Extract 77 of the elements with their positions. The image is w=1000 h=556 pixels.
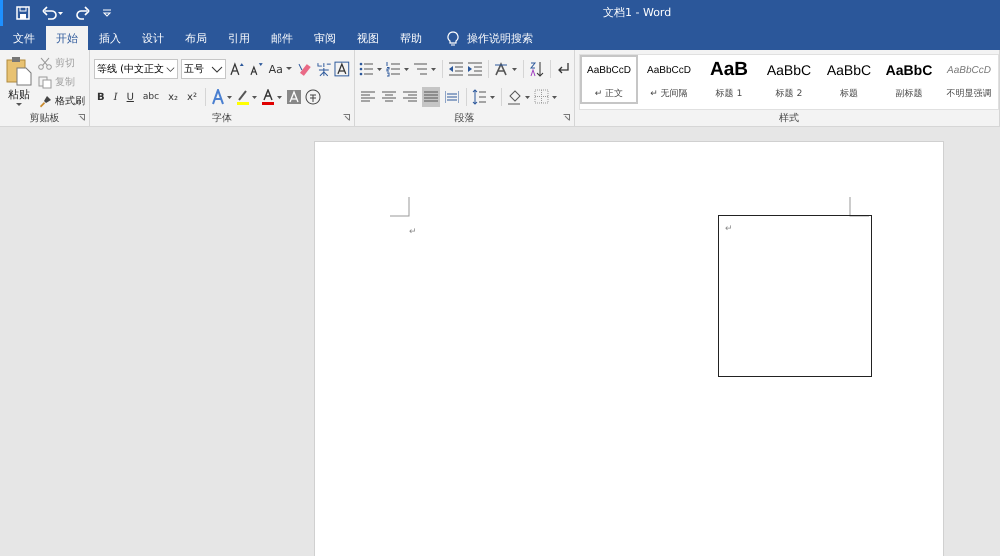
highlighter-icon[interactable] <box>236 89 258 105</box>
paragraph-mark: ↵ <box>408 227 417 237</box>
increase-indent-icon[interactable] <box>467 61 483 77</box>
group-label: 段落 <box>454 112 474 125</box>
format-button[interactable]: B <box>94 87 108 107</box>
shrink-font-icon[interactable] <box>248 61 264 77</box>
style-item[interactable]: AaBbC 副标题 <box>880 55 938 104</box>
eraser-icon[interactable] <box>296 61 313 77</box>
alignment-icon <box>403 90 417 104</box>
ribbon-tab[interactable]: 引用 <box>218 27 260 50</box>
text-box[interactable]: ↵ <box>718 215 872 377</box>
caret-icon <box>16 103 22 107</box>
ribbon-tab[interactable]: 设计 <box>132 27 174 50</box>
chevron-icon <box>166 66 175 72</box>
launcher-icon[interactable] <box>78 114 85 121</box>
alignment-icon <box>424 90 438 104</box>
scissors-icon <box>38 56 52 70</box>
ribbon-tab[interactable]: 审阅 <box>304 27 346 50</box>
lightbulb-icon <box>447 30 459 46</box>
font-color-icon[interactable] <box>260 89 283 105</box>
save-icon[interactable] <box>16 6 30 20</box>
enclose-character-icon[interactable] <box>304 89 321 105</box>
bullet-list-icon[interactable] <box>359 61 383 77</box>
ribbon-tab[interactable]: 文件 <box>3 27 45 50</box>
margin-corner-mark <box>849 197 869 217</box>
alignment-icon <box>361 90 375 104</box>
decrease-indent-icon[interactable] <box>448 61 464 77</box>
character-border-icon[interactable] <box>334 61 350 77</box>
alignment-icon <box>382 90 396 104</box>
style-item[interactable]: AaBbCcD 不明显强调 <box>940 55 998 104</box>
ribbon-tab[interactable]: 布局 <box>175 27 217 50</box>
ribbon-tab[interactable]: 插入 <box>89 27 131 50</box>
caret-icon <box>286 67 292 71</box>
ribbon-tab[interactable]: 邮件 <box>261 27 303 50</box>
font-name-dropdown[interactable]: 等线 (中文正文 <box>94 59 178 79</box>
launcher-icon[interactable] <box>343 114 350 121</box>
paragraph-mark: ↵ <box>724 224 733 234</box>
sort-icon[interactable] <box>529 61 545 77</box>
alignment-icon <box>445 90 459 104</box>
format-button[interactable]: x² <box>184 87 200 107</box>
font-size-dropdown[interactable]: 五号 <box>181 59 226 79</box>
clipboard-icon <box>6 56 32 86</box>
format-button[interactable]: U <box>124 87 137 107</box>
group-label: 样式 <box>779 112 799 125</box>
copy-icon <box>38 76 52 88</box>
paintbrush-icon <box>38 94 52 108</box>
redo-icon[interactable] <box>76 6 90 20</box>
launcher-icon[interactable] <box>563 114 570 121</box>
format-painter-button[interactable]: 格式刷 <box>38 92 85 110</box>
numbered-list-icon[interactable] <box>386 61 410 77</box>
customize-icon[interactable] <box>102 8 112 18</box>
style-item[interactable]: AaBbCcD ↵ 无间隔 <box>640 55 698 104</box>
window-title: 文档1 - Word <box>603 5 672 20</box>
line-spacing-icon[interactable] <box>472 89 496 105</box>
style-item[interactable]: AaB 标题 1 <box>700 55 758 104</box>
paste-button[interactable]: 粘贴 <box>4 54 34 110</box>
style-item[interactable]: AaBbC 标题 2 <box>760 55 818 104</box>
tell-me-search[interactable]: 操作说明搜索 <box>447 27 533 50</box>
undo-icon[interactable] <box>42 6 64 20</box>
change-case-button[interactable]: Aa <box>266 62 294 76</box>
format-button[interactable]: abc <box>140 87 162 107</box>
ribbon-tab[interactable]: 视图 <box>347 27 389 50</box>
text-effects-icon[interactable] <box>210 89 233 105</box>
group-label: 剪贴板 <box>30 112 60 125</box>
style-item[interactable]: AaBbC 标题 <box>820 55 878 104</box>
group-label: 字体 <box>212 112 232 125</box>
format-button[interactable]: I <box>110 87 121 107</box>
format-button[interactable]: x₂ <box>165 87 182 107</box>
style-item[interactable]: AaBbCcD ↵ 正文 <box>580 55 638 104</box>
chevron-icon <box>211 66 224 72</box>
multilevel-list-icon[interactable] <box>413 61 437 77</box>
ribbon-tab[interactable]: 帮助 <box>390 27 432 50</box>
grow-font-icon[interactable] <box>229 61 245 77</box>
tell-me-label: 操作说明搜索 <box>467 31 533 46</box>
margin-corner-mark <box>390 197 410 217</box>
alignment-button[interactable] <box>422 87 440 107</box>
ribbon-tab[interactable]: 开始 <box>46 26 88 50</box>
